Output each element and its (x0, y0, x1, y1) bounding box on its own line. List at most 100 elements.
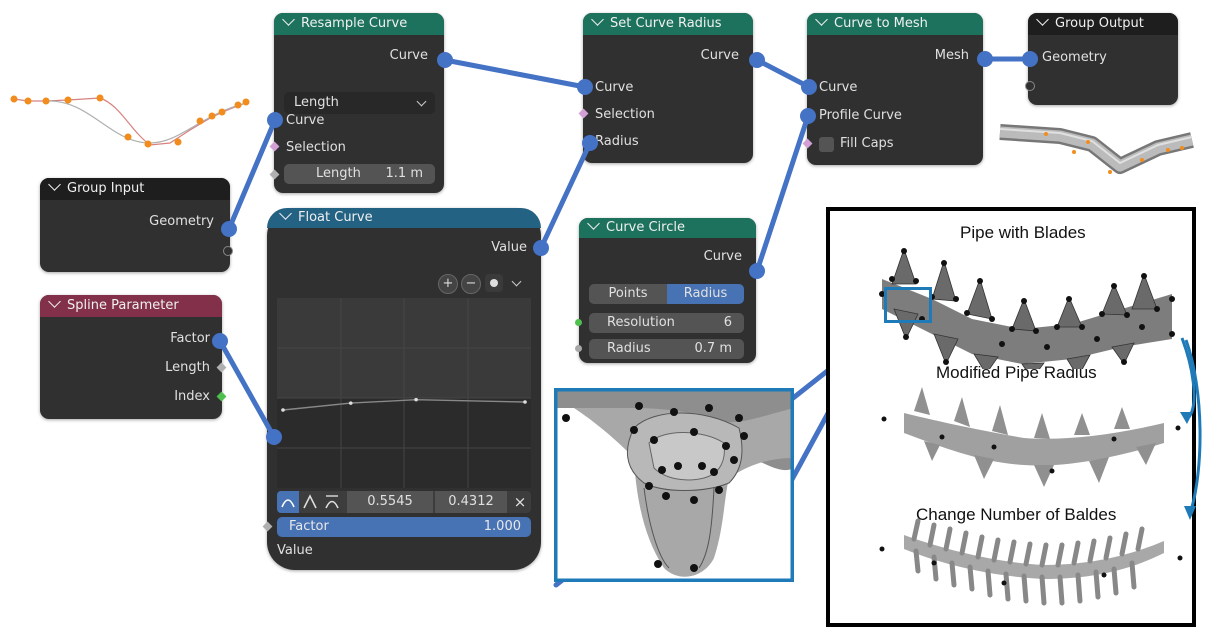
resolution-value: 6 (723, 315, 732, 330)
resample-in-selection-label: Selection (286, 140, 346, 155)
set-curve-radius-title: Set Curve Radius (610, 16, 722, 31)
empty-socket[interactable] (1025, 81, 1035, 91)
curve-control-point[interactable] (414, 397, 418, 402)
set-radius-in-curve-label: Curve (595, 80, 634, 95)
handle-toolbar: 0.5545 0.4312 × (277, 491, 531, 513)
factor-slider-label: Factor (289, 519, 329, 534)
resample-mode-dropdown[interactable]: Length (284, 92, 435, 114)
resample-curve-title: Resample Curve (301, 16, 408, 31)
set-curve-radius-node[interactable]: Set Curve Radius Curve Curve Selection R… (583, 13, 753, 163)
radius-socket[interactable] (575, 345, 582, 352)
clipping-icon[interactable] (485, 274, 503, 292)
resample-length-value: 1.1 m (385, 166, 423, 181)
resampled-curve-preview (10, 94, 250, 148)
curve-control-point[interactable] (281, 408, 285, 412)
curve-circle-out-curve-label: Curve (703, 249, 742, 264)
float-curve-out-value-label: Value (491, 240, 527, 255)
index-socket[interactable] (216, 391, 227, 402)
result-arrows (1180, 337, 1202, 520)
radius-field[interactable]: Radius 0.7 m (589, 339, 744, 359)
chevron-down-icon[interactable] (587, 218, 600, 230)
float-curve-in-value-label: Value (277, 543, 313, 558)
spline-parameter-header[interactable]: Spline Parameter (40, 295, 222, 317)
zoom-in-icon[interactable]: + (438, 274, 458, 294)
radius-value: 0.7 m (694, 341, 732, 356)
curve-to-mesh-in-profile-label: Profile Curve (819, 108, 902, 123)
spline-out-factor-label: Factor (170, 331, 210, 346)
resample-out-curve-label: Curve (389, 48, 428, 63)
results-panel: Pipe with Blades Modified Pipe Radius Ch… (826, 207, 1196, 627)
group-output-node[interactable]: Group Output Geometry (1025, 13, 1178, 105)
delete-point-icon[interactable]: × (509, 491, 531, 513)
chevron-down-icon[interactable] (279, 208, 292, 220)
resample-curve-header[interactable]: Resample Curve (274, 13, 444, 35)
zoom-out-icon[interactable]: − (461, 274, 481, 294)
chevron-down-icon[interactable] (282, 13, 295, 26)
group-input-out-geometry-label: Geometry (149, 214, 214, 229)
chevron-down-icon[interactable] (815, 13, 828, 26)
spline-parameter-title: Spline Parameter (67, 298, 179, 313)
curve-to-mesh-node[interactable]: Curve to Mesh Mesh Curve Profile Curve F… (807, 13, 983, 165)
chevron-down-icon[interactable] (591, 13, 604, 26)
spline-parameter-node[interactable]: Spline Parameter Factor Length Index (40, 295, 227, 419)
highlight-box (884, 287, 932, 323)
fill-caps-label: Fill Caps (840, 136, 894, 151)
chevron-down-icon[interactable] (1036, 13, 1049, 26)
y-value-field[interactable]: 0.4312 (435, 491, 507, 513)
auto-handle-icon[interactable] (277, 491, 299, 513)
group-input-title: Group Input (67, 181, 145, 196)
curve-control-point[interactable] (348, 401, 353, 405)
group-output-header[interactable]: Group Output (1028, 13, 1178, 35)
curve-to-mesh-in-curve-label: Curve (819, 80, 858, 95)
resolution-socket[interactable] (575, 319, 582, 326)
factor-slider[interactable]: Factor 1.000 (277, 517, 531, 537)
group-input-node[interactable]: Group Input Geometry (40, 178, 233, 272)
group-output-in-geometry-label: Geometry (1042, 50, 1107, 65)
resolution-label: Resolution (607, 315, 675, 330)
modified-radius-render (881, 387, 1181, 487)
curve-to-mesh-out-mesh-label: Mesh (934, 48, 969, 63)
curve-circle-header[interactable]: Curve Circle (579, 218, 756, 238)
free-handle-icon[interactable] (321, 491, 343, 513)
x-value-field[interactable]: 0.5545 (347, 491, 433, 513)
resample-length-label: Length (316, 166, 361, 181)
mode-radius-button[interactable]: Radius (667, 284, 744, 304)
factor-socket[interactable] (262, 521, 273, 532)
set-radius-out-curve-label: Curve (700, 48, 739, 63)
spline-out-index-label: Index (174, 389, 210, 404)
curve-control-point[interactable] (523, 400, 527, 404)
mesh-pipe-preview (999, 124, 1194, 174)
empty-socket[interactable] (223, 246, 233, 256)
chevron-down-icon[interactable] (48, 295, 61, 308)
float-curve-header[interactable]: Float Curve (267, 208, 541, 228)
resample-mode-value: Length (294, 95, 339, 110)
spline-out-length-label: Length (165, 360, 210, 375)
resample-length-field[interactable]: Length 1.1 m (284, 164, 435, 184)
set-radius-in-radius-label: Radius (595, 134, 639, 149)
float-curve-node[interactable]: Float Curve Value + − 0.5545 0.4312 × Fa… (262, 208, 541, 570)
group-output-title: Group Output (1055, 16, 1144, 31)
resample-in-curve-label: Curve (286, 113, 325, 128)
curve-to-mesh-header[interactable]: Curve to Mesh (807, 13, 983, 35)
resample-curve-node[interactable]: Resample Curve Curve Length Curve Select… (274, 13, 444, 193)
more-blades-render (879, 518, 1183, 606)
chevron-down-icon[interactable] (511, 276, 522, 287)
radius-label: Radius (607, 341, 651, 356)
set-curve-radius-header[interactable]: Set Curve Radius (583, 13, 753, 35)
group-input-header[interactable]: Group Input (40, 178, 230, 200)
length-socket[interactable] (216, 362, 227, 373)
float-curve-graph[interactable] (277, 298, 531, 488)
mode-points-button[interactable]: Points (589, 284, 667, 304)
fill-caps-checkbox[interactable] (819, 137, 834, 152)
chevron-down-icon[interactable] (48, 178, 61, 191)
factor-slider-value: 1.000 (483, 519, 521, 534)
vector-handle-icon[interactable] (299, 491, 321, 513)
curve-circle-title: Curve Circle (606, 220, 685, 235)
zoom-detail-image (554, 388, 794, 582)
float-curve-title: Float Curve (298, 210, 373, 225)
curve-circle-node[interactable]: Curve Circle Curve Points Radius Resolut… (575, 218, 756, 363)
set-radius-in-selection-label: Selection (595, 107, 655, 122)
chevron-down-icon (416, 96, 427, 107)
curve-to-mesh-title: Curve to Mesh (834, 16, 928, 31)
resolution-field[interactable]: Resolution 6 (589, 313, 744, 333)
